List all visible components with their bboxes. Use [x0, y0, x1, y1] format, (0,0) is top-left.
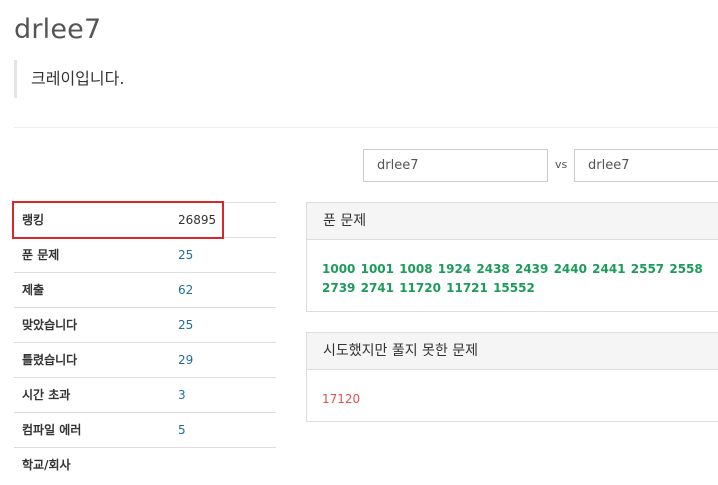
stats-row-rank: 랭킹 26895 — [14, 202, 276, 237]
failed-panel-title: 시도했지만 풀지 못한 문제 — [307, 333, 718, 370]
solved-panel-title: 푼 문제 — [307, 203, 718, 240]
solved-problem-link[interactable]: 1000 — [322, 262, 355, 276]
solved-problem-link[interactable]: 1924 — [438, 262, 471, 276]
stats-label-school: 학교/회사 — [22, 458, 71, 472]
stats-label-accepted: 맞았습니다 — [22, 318, 78, 332]
stats-row-solved: 푼 문제 25 — [14, 237, 276, 272]
stats-row-timeout: 시간 초과 3 — [14, 377, 276, 412]
solved-problem-link[interactable]: 11720 — [399, 281, 441, 295]
solved-problem-link[interactable]: 2557 — [631, 262, 664, 276]
stats-link-timeout[interactable]: 3 — [178, 378, 186, 412]
compare-user-left-input[interactable] — [363, 149, 548, 182]
stats-row-wrong: 틀렸습니다 29 — [14, 342, 276, 377]
solved-problem-link[interactable]: 2439 — [515, 262, 548, 276]
solved-problems-panel: 푼 문제 1000 1001 1008 1924 2438 2439 2440 … — [306, 202, 718, 312]
stats-value-rank: 26895 — [178, 213, 217, 227]
solved-problem-link[interactable]: 2558 — [669, 262, 702, 276]
solved-problem-link[interactable]: 11721 — [446, 281, 488, 295]
stats-row-submissions: 제출 62 — [14, 272, 276, 307]
solved-problem-list: 1000 1001 1008 1924 2438 2439 2440 2441 … — [322, 260, 718, 298]
stats-label-wrong: 틀렸습니다 — [22, 353, 78, 367]
profile-bio: 크레이입니다. — [14, 60, 314, 98]
stats-link-wrong[interactable]: 29 — [178, 343, 193, 377]
stats-label-rank: 랭킹 — [22, 213, 45, 227]
stats-label-timeout: 시간 초과 — [22, 388, 71, 402]
stats-label-compile-error: 컴파일 에러 — [22, 423, 82, 437]
solved-problem-link[interactable]: 2438 — [476, 262, 509, 276]
solved-problem-link[interactable]: 2440 — [554, 262, 587, 276]
solved-problem-link[interactable]: 15552 — [493, 281, 535, 295]
profile-page: drlee7 크레이입니다. vs 랭킹 26895 푼 문제 25 제출 62… — [0, 0, 718, 485]
solved-problem-link[interactable]: 1001 — [361, 262, 394, 276]
stats-link-solved[interactable]: 25 — [178, 238, 193, 272]
failed-problem-link[interactable]: 17120 — [322, 392, 360, 406]
stats-link-accepted[interactable]: 25 — [178, 308, 193, 342]
stats-row-school: 학교/회사 — [14, 447, 276, 482]
stats-row-compile-error: 컴파일 에러 5 — [14, 412, 276, 447]
failed-problem-list: 17120 — [322, 388, 718, 407]
failed-problems-panel: 시도했지만 풀지 못한 문제 17120 — [306, 332, 718, 422]
stats-label-solved: 푼 문제 — [22, 248, 60, 262]
solved-problem-link[interactable]: 1008 — [399, 262, 432, 276]
stats-table: 랭킹 26895 푼 문제 25 제출 62 맞았습니다 25 틀렸습니다 29… — [14, 202, 276, 482]
solved-problem-link[interactable]: 2739 — [322, 281, 355, 295]
compare-user-right-input[interactable] — [574, 149, 718, 182]
solved-problem-link[interactable]: 2741 — [361, 281, 394, 295]
compare-vs-label: vs — [555, 158, 568, 171]
stats-link-compile-error[interactable]: 5 — [178, 413, 186, 447]
stats-row-accepted: 맞았습니다 25 — [14, 307, 276, 342]
stats-link-submissions[interactable]: 62 — [178, 273, 193, 307]
stats-label-submissions: 제출 — [22, 283, 45, 297]
header-divider — [14, 127, 718, 128]
solved-problem-link[interactable]: 2441 — [592, 262, 625, 276]
profile-username: drlee7 — [14, 14, 102, 45]
